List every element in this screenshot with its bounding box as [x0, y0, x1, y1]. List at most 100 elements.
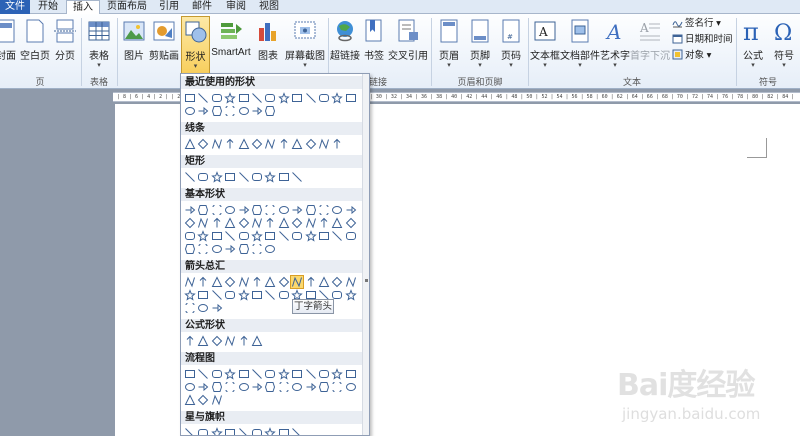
shape-icon[interactable]: [211, 171, 223, 183]
shape-icon[interactable]: [251, 335, 263, 347]
shape-icon[interactable]: [264, 171, 277, 183]
shape-icon[interactable]: [197, 335, 209, 347]
shape-icon[interactable]: [251, 368, 263, 380]
shape-icon[interactable]: [197, 243, 209, 255]
tab-references[interactable]: 引用: [154, 0, 184, 14]
shape-icon[interactable]: [251, 289, 263, 301]
shape-icon[interactable]: [197, 105, 209, 117]
footer-button[interactable]: 页脚 ▾: [465, 16, 495, 74]
shape-icon[interactable]: [184, 92, 196, 104]
shape-icon[interactable]: [291, 171, 303, 183]
textbox-button[interactable]: A 文本框 ▾: [530, 16, 560, 74]
shape-icon[interactable]: [251, 217, 263, 229]
shape-icon[interactable]: [197, 427, 209, 435]
shape-icon[interactable]: [305, 276, 317, 288]
shape-icon[interactable]: [224, 289, 236, 301]
shape-icon[interactable]: [184, 302, 196, 314]
shape-icon[interactable]: [318, 204, 330, 216]
shape-icon[interactable]: [251, 230, 263, 242]
shape-icon[interactable]: [184, 105, 196, 117]
shape-icon[interactable]: [211, 427, 223, 435]
chart-button[interactable]: 图表: [253, 16, 283, 74]
shape-icon[interactable]: [211, 302, 223, 314]
tab-review[interactable]: 审阅: [220, 0, 252, 14]
shape-icon[interactable]: [345, 217, 357, 229]
shape-icon[interactable]: [345, 92, 357, 104]
shape-icon[interactable]: [291, 217, 303, 229]
tab-page-layout[interactable]: 页面布局: [102, 0, 152, 14]
shape-icon[interactable]: [197, 289, 209, 301]
quick-parts-button[interactable]: 文档部件 ▾: [560, 16, 600, 74]
shape-icon[interactable]: [238, 105, 250, 117]
clipart-button[interactable]: 剪贴画: [148, 16, 180, 74]
blank-page-button[interactable]: 空白页: [20, 16, 50, 74]
page-break-button[interactable]: 分页: [51, 16, 79, 74]
shape-icon[interactable]: [211, 243, 223, 255]
shape-icon[interactable]: [211, 368, 223, 380]
shape-icon[interactable]: [211, 204, 223, 216]
shape-icon[interactable]: [211, 92, 223, 104]
shape-icon[interactable]: [291, 427, 303, 435]
shape-icon[interactable]: [211, 394, 223, 406]
shape-icon[interactable]: [197, 302, 209, 314]
symbol-button[interactable]: Ω 符号 ▾: [768, 16, 800, 74]
shape-icon[interactable]: [318, 92, 330, 104]
shape-icon[interactable]: [278, 92, 290, 104]
shape-icon[interactable]: [251, 138, 263, 150]
shape-icon[interactable]: [224, 204, 236, 216]
t-arrow-shape-icon[interactable]: [290, 275, 305, 289]
gallery-scrollbar[interactable]: [362, 74, 369, 435]
shape-icon[interactable]: [278, 276, 290, 288]
shape-icon[interactable]: [238, 276, 250, 288]
shape-icon[interactable]: [184, 335, 196, 347]
shape-icon[interactable]: [278, 230, 290, 242]
shape-icon[interactable]: [238, 381, 250, 393]
shape-icon[interactable]: [264, 217, 276, 229]
shape-icon[interactable]: [291, 230, 303, 242]
page-number-button[interactable]: # 页码 ▾: [496, 16, 526, 74]
tab-view[interactable]: 视图: [254, 0, 284, 14]
shape-icon[interactable]: [224, 171, 236, 183]
tab-mailings[interactable]: 邮件: [186, 0, 218, 14]
shape-icon[interactable]: [211, 230, 223, 242]
shape-icon[interactable]: [184, 204, 196, 216]
shape-icon[interactable]: [197, 204, 209, 216]
shape-icon[interactable]: [331, 381, 343, 393]
shape-icon[interactable]: [264, 138, 276, 150]
shape-icon[interactable]: [264, 204, 276, 216]
shape-icon[interactable]: [184, 138, 196, 150]
shapes-button[interactable]: 形状 ▾: [181, 16, 210, 74]
shape-icon[interactable]: [331, 92, 344, 104]
shape-icon[interactable]: [251, 427, 263, 435]
shape-icon[interactable]: [345, 276, 357, 288]
shape-icon[interactable]: [251, 105, 263, 117]
shape-icon[interactable]: [184, 427, 196, 435]
shape-icon[interactable]: [238, 368, 250, 380]
shape-icon[interactable]: [238, 92, 250, 104]
wordart-button[interactable]: A 艺术字 ▾: [600, 16, 630, 74]
shape-icon[interactable]: [345, 381, 357, 393]
shape-icon[interactable]: [224, 217, 236, 229]
smartart-button[interactable]: SmartArt: [210, 16, 252, 74]
cover-page-button[interactable]: 封面: [0, 16, 20, 74]
shape-icon[interactable]: [197, 276, 209, 288]
shape-icon[interactable]: [197, 381, 209, 393]
shape-icon[interactable]: [184, 381, 196, 393]
shape-icon[interactable]: [331, 368, 344, 380]
shape-icon[interactable]: [184, 230, 196, 242]
shape-icon[interactable]: [184, 289, 196, 301]
shape-icon[interactable]: [331, 138, 343, 150]
shape-icon[interactable]: [238, 427, 250, 435]
shape-icon[interactable]: [224, 427, 236, 435]
shape-icon[interactable]: [184, 217, 196, 229]
shape-icon[interactable]: [184, 276, 196, 288]
shape-icon[interactable]: [238, 335, 250, 347]
header-button[interactable]: 页眉 ▾: [434, 16, 464, 74]
signature-line-button[interactable]: 签名行 ▾: [672, 17, 721, 31]
shape-icon[interactable]: [291, 92, 303, 104]
dropcap-button[interactable]: A 首字下沉: [630, 16, 670, 74]
shape-icon[interactable]: [224, 368, 236, 380]
shape-icon[interactable]: [305, 92, 317, 104]
tab-home[interactable]: 开始: [32, 0, 64, 14]
shape-icon[interactable]: [211, 105, 223, 117]
